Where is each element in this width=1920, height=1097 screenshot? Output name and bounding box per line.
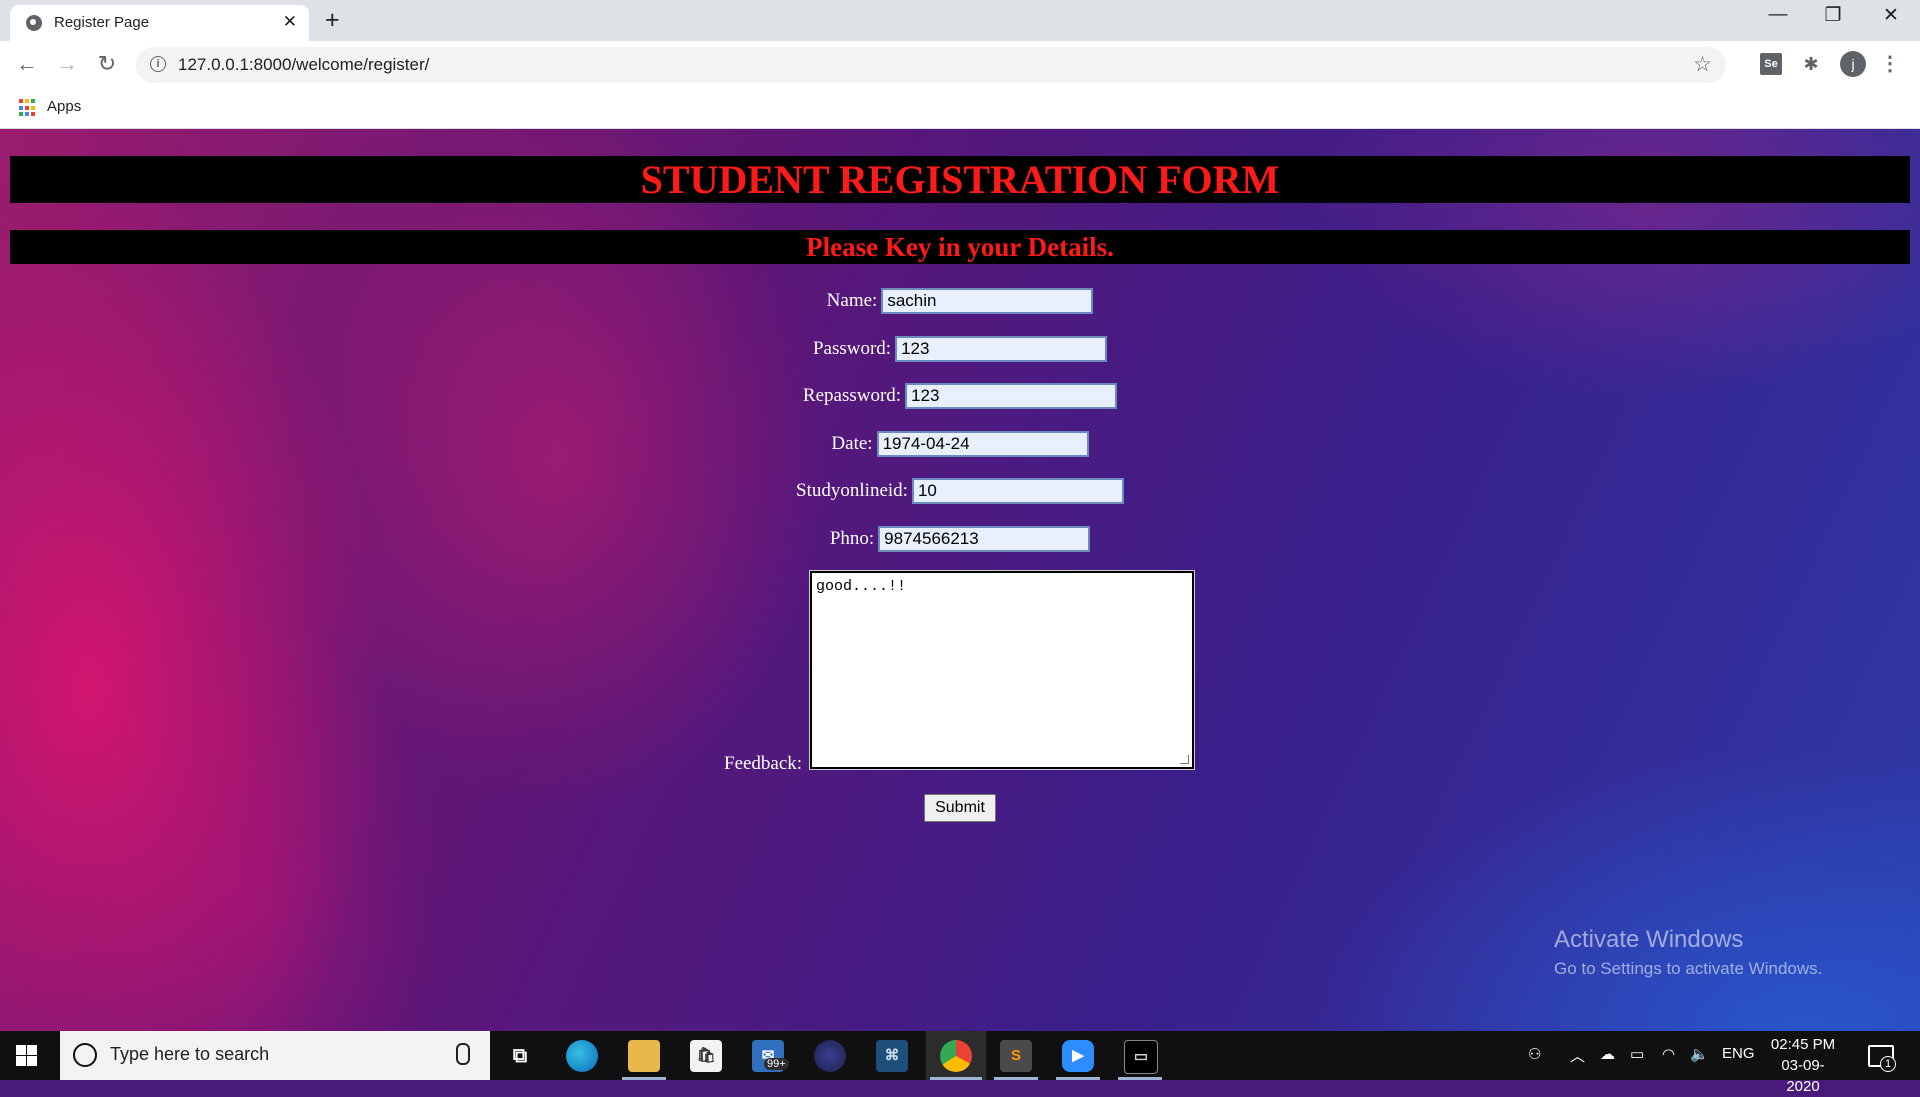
page-subtitle: Please Key in your Details. — [10, 230, 1910, 264]
name-row: Name: sachin — [0, 288, 1920, 314]
browser-tab-strip: Register Page ✕ + — ❐ ✕ — [0, 0, 1920, 41]
forward-button[interactable]: → — [53, 51, 81, 77]
terminal-icon[interactable]: ▭ — [1124, 1040, 1158, 1074]
studyonlineid-label: Studyonlineid: — [796, 480, 908, 501]
eclipse-icon[interactable] — [814, 1040, 846, 1072]
chrome-icon[interactable] — [940, 1040, 972, 1072]
feedback-text[interactable]: good....!! — [816, 578, 906, 595]
new-tab-button[interactable]: + — [325, 6, 340, 34]
page-title: STUDENT REGISTRATION FORM — [10, 156, 1910, 203]
taskbar-clock[interactable]: 02:45 PM 03-09-2020 — [1768, 1034, 1838, 1097]
store-icon[interactable]: 🛍 — [690, 1040, 722, 1072]
microphone-icon[interactable] — [456, 1043, 470, 1065]
browser-toolbar: ← → ↻ i 127.0.0.1:8000/welcome/register/… — [0, 41, 1920, 88]
taskbar-search[interactable]: Type here to search — [60, 1031, 490, 1080]
date-input[interactable]: 1974-04-24 — [876, 431, 1089, 457]
people-icon[interactable]: ⚇ — [1528, 1045, 1541, 1063]
volume-icon[interactable]: 🔈 — [1690, 1045, 1709, 1063]
clock-date: 03-09-2020 — [1781, 1057, 1825, 1095]
selenium-extension-icon[interactable]: Se — [1760, 53, 1782, 75]
browser-menu-icon[interactable]: ⋮ — [1880, 51, 1900, 76]
mail-badge: 99+ — [764, 1058, 789, 1070]
profile-avatar[interactable]: j — [1840, 51, 1866, 77]
task-view-icon[interactable]: ⧉ — [504, 1040, 536, 1072]
notification-count-badge: 1 — [1880, 1056, 1896, 1072]
tab-title: Register Page — [54, 14, 150, 31]
back-button[interactable]: ← — [13, 51, 41, 77]
windows-start-icon[interactable] — [16, 1045, 37, 1066]
cortana-icon[interactable] — [73, 1043, 97, 1067]
windows-taskbar: Type here to search ⧉ 🛍 ✉ 99+ ⌘ S ▶ ▭ ⚇ … — [0, 1031, 1920, 1095]
password-label: Password: — [812, 338, 892, 359]
close-tab-icon[interactable]: ✕ — [283, 12, 297, 32]
bookmark-star-icon[interactable]: ☆ — [1693, 52, 1712, 77]
edge-browser-icon[interactable] — [566, 1040, 598, 1072]
password-input[interactable]: 123 — [895, 336, 1108, 362]
name-label: Name: — [826, 290, 878, 311]
reload-button[interactable]: ↻ — [93, 51, 121, 77]
repassword-input[interactable]: 123 — [905, 383, 1118, 409]
apps-bookmark[interactable]: Apps — [47, 98, 81, 115]
studyonlineid-input[interactable]: 10 — [911, 478, 1124, 504]
zoom-icon[interactable]: ▶ — [1062, 1040, 1094, 1072]
url-text[interactable]: 127.0.0.1:8000/welcome/register/ — [178, 55, 429, 75]
taskbar-search-placeholder[interactable]: Type here to search — [110, 1044, 269, 1065]
mysql-workbench-icon[interactable]: ⌘ — [876, 1040, 908, 1072]
date-label: Date: — [831, 433, 873, 454]
wifi-icon[interactable]: ◠ — [1662, 1045, 1675, 1063]
repassword-row: Repassword: 123 — [0, 383, 1920, 409]
restore-button[interactable]: ❐ — [1818, 4, 1848, 27]
close-window-button[interactable]: ✕ — [1876, 4, 1906, 27]
language-indicator[interactable]: ENG — [1722, 1045, 1755, 1062]
repassword-label: Repassword: — [802, 385, 902, 406]
phno-row: Phno: 9874566213 — [0, 526, 1920, 552]
clock-time: 02:45 PM — [1770, 1036, 1836, 1053]
minimize-button[interactable]: — — [1763, 4, 1793, 26]
feedback-label: Feedback: — [724, 753, 803, 774]
tab-register-page[interactable]: Register Page ✕ — [10, 5, 309, 41]
sublime-text-icon[interactable]: S — [1000, 1040, 1032, 1072]
feedback-textarea[interactable]: good....!! — [810, 571, 1194, 769]
address-bar[interactable]: i 127.0.0.1:8000/welcome/register/ ☆ — [136, 47, 1726, 83]
file-explorer-icon[interactable] — [628, 1040, 660, 1072]
activate-windows-title: Activate Windows — [1554, 926, 1744, 953]
apps-grid-icon[interactable] — [19, 99, 37, 117]
show-hidden-icons-chevron[interactable]: ︿ — [1570, 1045, 1585, 1066]
date-row: Date: 1974-04-24 — [0, 431, 1920, 457]
name-input[interactable]: sachin — [881, 288, 1094, 314]
studyonlineid-row: Studyonlineid: 10 — [0, 478, 1920, 504]
page-content: STUDENT REGISTRATION FORM Please Key in … — [0, 129, 1920, 1031]
activate-windows-hint[interactable]: Go to Settings to activate Windows. — [1554, 959, 1822, 979]
phno-input[interactable]: 9874566213 — [878, 526, 1091, 552]
phno-label: Phno: — [829, 528, 875, 549]
battery-icon[interactable]: ▭ — [1630, 1045, 1644, 1063]
info-icon[interactable]: i — [150, 56, 166, 72]
password-row: Password: 123 — [0, 336, 1920, 362]
globe-icon — [26, 15, 42, 31]
extensions-puzzle-icon[interactable]: ✱ — [1800, 53, 1822, 75]
submit-button[interactable]: Submit — [924, 794, 996, 822]
bookmarks-bar: Apps — [0, 88, 1920, 129]
resize-grip-icon[interactable] — [1180, 755, 1189, 764]
onedrive-icon[interactable]: ☁ — [1600, 1045, 1615, 1063]
